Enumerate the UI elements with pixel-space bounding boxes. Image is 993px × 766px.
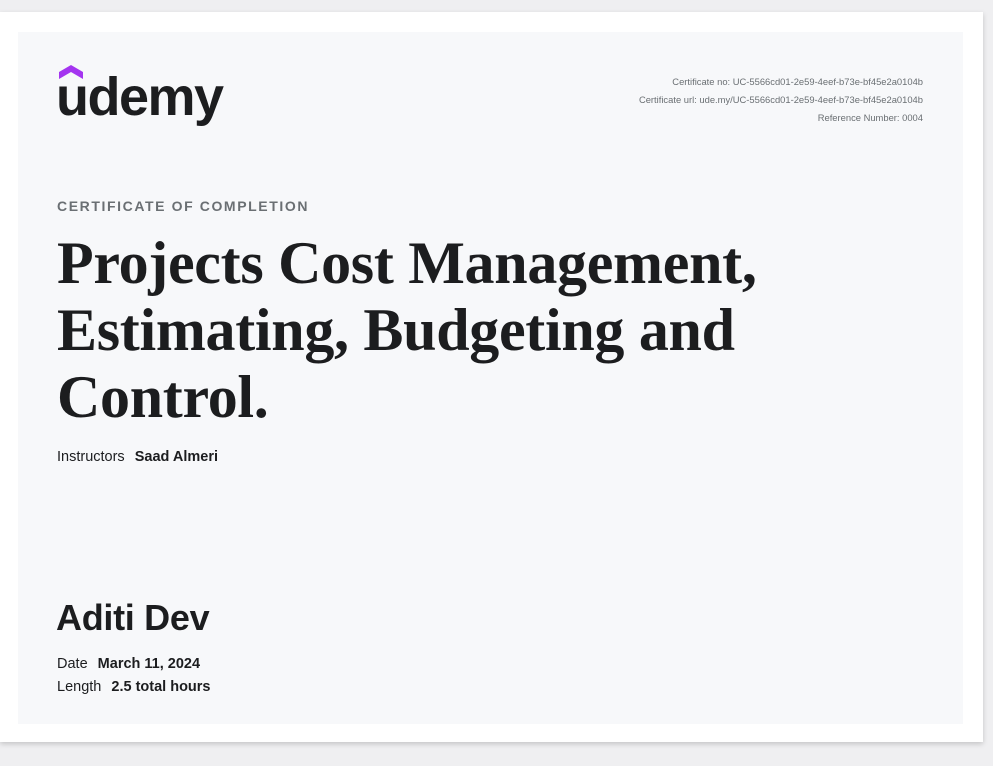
course-length-row: Length 2.5 total hours [57, 679, 211, 695]
length-label: Length [57, 679, 102, 695]
instructors-label: Instructors [57, 449, 125, 465]
instructor-names: Saad Almeri [134, 449, 218, 465]
certificate-number: Certificate no: UC-5566cd01-2e59-4eef-b7… [672, 76, 923, 87]
certificate-eyebrow: CERTIFICATE OF COMPLETION [57, 198, 310, 214]
length-value: 2.5 total hours [111, 679, 211, 695]
recipient-name: Aditi Dev [56, 597, 210, 638]
instructors-row: Instructors Saad Almeri [57, 449, 218, 465]
course-title-line: Projects Cost Management, [57, 230, 757, 296]
date-value: March 11, 2024 [97, 656, 201, 672]
certificate-page: udemy Certificate no: UC-5566cd01-2e59-4… [0, 12, 983, 742]
reference-number: Reference Number: 0004 [817, 112, 923, 123]
date-label: Date [57, 656, 88, 672]
udemy-logo: udemy [56, 65, 224, 132]
certificate-meta: Certificate no: UC-5566cd01-2e59-4eef-b7… [639, 73, 923, 127]
course-title-line: Estimating, Budgeting and [57, 297, 735, 363]
course-title: Projects Cost Management, Estimating, Bu… [57, 230, 857, 431]
course-title-line: Control. [57, 364, 269, 430]
completion-date-row: Date March 11, 2024 [57, 656, 200, 672]
udemy-logo-text: udemy [56, 67, 224, 127]
certificate-url: Certificate url: ude.my/UC-5566cd01-2e59… [638, 94, 923, 105]
certificate-panel: udemy Certificate no: UC-5566cd01-2e59-4… [18, 32, 963, 724]
